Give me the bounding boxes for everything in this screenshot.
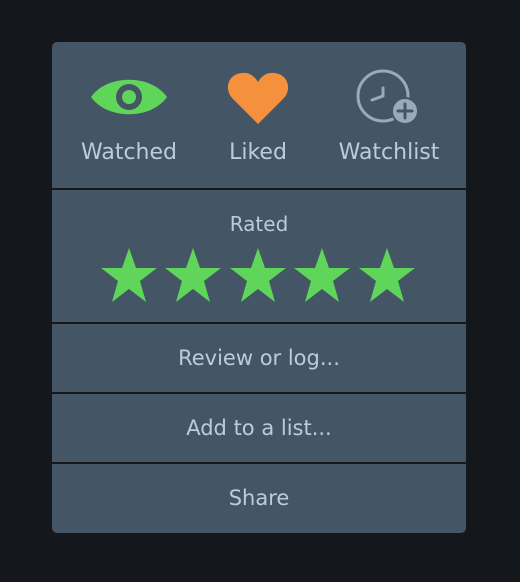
star-icon-5[interactable] <box>357 246 417 306</box>
star-icon-2[interactable] <box>163 246 223 306</box>
action-row: Watched Liked Watchlist <box>52 42 466 188</box>
heart-icon <box>227 72 289 124</box>
star-rating[interactable] <box>99 246 419 306</box>
liked-label: Liked <box>229 140 287 165</box>
rating-section: Rated <box>52 190 466 322</box>
clock-plus-icon <box>356 69 419 125</box>
watched-button[interactable]: Watched <box>64 42 194 188</box>
star-icon-1[interactable] <box>99 246 159 306</box>
watchlist-button[interactable]: Watchlist <box>324 42 454 188</box>
review-or-log-button[interactable]: Review or log... <box>52 324 466 392</box>
liked-button[interactable]: Liked <box>193 42 323 188</box>
star-icon-3[interactable] <box>228 246 288 306</box>
add-to-list-button[interactable]: Add to a list... <box>52 394 466 462</box>
share-button[interactable]: Share <box>52 464 466 532</box>
star-icon-4[interactable] <box>292 246 352 306</box>
film-actions-panel: Watched Liked Watchlist Rated Review or … <box>52 42 466 533</box>
eye-icon <box>91 79 167 115</box>
rated-label: Rated <box>229 212 289 236</box>
watchlist-label: Watchlist <box>338 140 440 165</box>
watched-label: Watched <box>81 140 177 165</box>
